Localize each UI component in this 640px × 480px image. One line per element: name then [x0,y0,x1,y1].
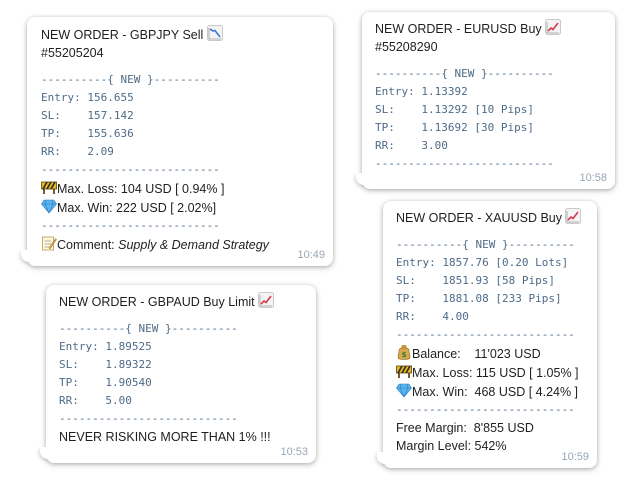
order-line: Entry: 1.89525 [59,340,152,353]
order-line: --------------------------- [375,157,554,170]
order-line: RR: 3.00 [375,139,448,152]
construction-barrier-icon [41,179,57,195]
comment-label: Comment: [57,238,119,252]
margin-level-line: Margin Level: 542% [396,439,507,453]
max-win-line: Max. Win: 468 USD [ 4.24% ] [396,382,587,401]
gem-icon [396,382,412,398]
message-title: NEW ORDER - EURUSD Buy [375,19,603,38]
balance-text: Balance: 11'023 USD [412,347,541,361]
order-line: Entry: 156.655 [41,91,134,104]
order-line: TP: 1881.08 [233 Pips] [396,292,562,305]
message-time: 10:53 [280,446,308,458]
message-time: 10:59 [561,451,589,463]
message-time: 10:58 [579,172,607,184]
bubble-tail [21,250,31,262]
max-loss-line: Max. Loss: 104 USD [ 0.94% ] [41,179,321,198]
construction-barrier-icon [396,363,412,379]
order-line: TP: 1.13692 [30 Pips] [375,121,534,134]
title-text: NEW ORDER - XAUUSD Buy [396,211,562,225]
order-line: RR: 2.09 [41,145,114,158]
order-line: TP: 155.636 [41,127,134,140]
chart-increasing-icon [545,19,561,35]
footer-note: NEVER RISKING MORE THAN 1% !!! [59,430,271,444]
gem-icon [41,198,57,214]
order-line: RR: 5.00 [59,394,132,407]
message-bubble-gbpaud: NEW ORDER - GBPAUD Buy Limit ----------{… [40,285,316,463]
balance-line: Balance: 11'023 USD [396,344,587,363]
order-line: SL: 157.142 [41,109,134,122]
max-loss-text: Max. Loss: 104 USD [ 0.94% ] [57,182,225,196]
order-line: --------------------------- [41,163,220,176]
message-bubble-gbpjpy: NEW ORDER - GBPJPY Sell #55205204 ------… [21,17,333,266]
order-line: SL: 1.89322 [59,358,152,371]
title-text: NEW ORDER - GBPJPY Sell [41,28,204,42]
chart-decreasing-icon [207,25,223,41]
bubble-tail [377,452,387,464]
order-line: SL: 1.13292 [10 Pips] [375,103,534,116]
order-line: ----------{ NEW }---------- [41,73,220,86]
max-loss-line: Max. Loss: 115 USD [ 1.05% ] [396,363,587,382]
order-line: ----------{ NEW }---------- [396,238,575,251]
max-win-line: Max. Win: 222 USD [ 2.02%] [41,198,321,217]
order-line: --------------------------- [59,412,238,425]
message-bubble-eurusd: NEW ORDER - EURUSD Buy #55208290 -------… [356,12,615,189]
title-text: NEW ORDER - GBPAUD Buy Limit [59,295,255,309]
message-title: NEW ORDER - GBPAUD Buy Limit [59,292,306,311]
order-line: ----------{ NEW }---------- [59,322,238,335]
free-margin-line: Free Margin: 8'855 USD [396,421,534,435]
ticket-number: #55205204 [41,46,104,60]
separator-line: --------------------------- [41,219,220,232]
order-line: ----------{ NEW }---------- [375,67,554,80]
ticket-number: #55208290 [375,40,438,54]
max-loss-text: Max. Loss: 115 USD [ 1.05% ] [412,366,579,380]
order-line: --------------------------- [396,328,575,341]
separator-line: --------------------------- [396,403,575,416]
message-time: 10:49 [297,249,325,261]
message-bubble-xauusd: NEW ORDER - XAUUSD Buy ----------{ NEW }… [377,201,597,468]
comment-value: Supply & Demand Strategy [118,238,269,252]
bubble-tail [40,447,50,459]
order-line: TP: 1.90540 [59,376,152,389]
title-text: NEW ORDER - EURUSD Buy [375,22,542,36]
order-line: Entry: 1857.76 [0.20 Lots] [396,256,569,269]
chart-increasing-icon [565,208,581,224]
max-win-text: Max. Win: 222 USD [ 2.02%] [57,201,217,215]
order-line: RR: 4.00 [396,310,469,323]
bubble-tail [356,173,366,185]
order-line: Entry: 1.13392 [375,85,468,98]
chart-increasing-icon [258,292,274,308]
message-title: NEW ORDER - XAUUSD Buy [396,208,587,227]
memo-icon [41,235,57,251]
comment-line: Comment: Supply & Demand Strategy [41,235,321,254]
money-bag-icon [396,344,412,360]
max-win-text: Max. Win: 468 USD [ 4.24% ] [412,385,579,399]
order-line: SL: 1851.93 [58 Pips] [396,274,555,287]
message-title: NEW ORDER - GBPJPY Sell [41,25,321,44]
